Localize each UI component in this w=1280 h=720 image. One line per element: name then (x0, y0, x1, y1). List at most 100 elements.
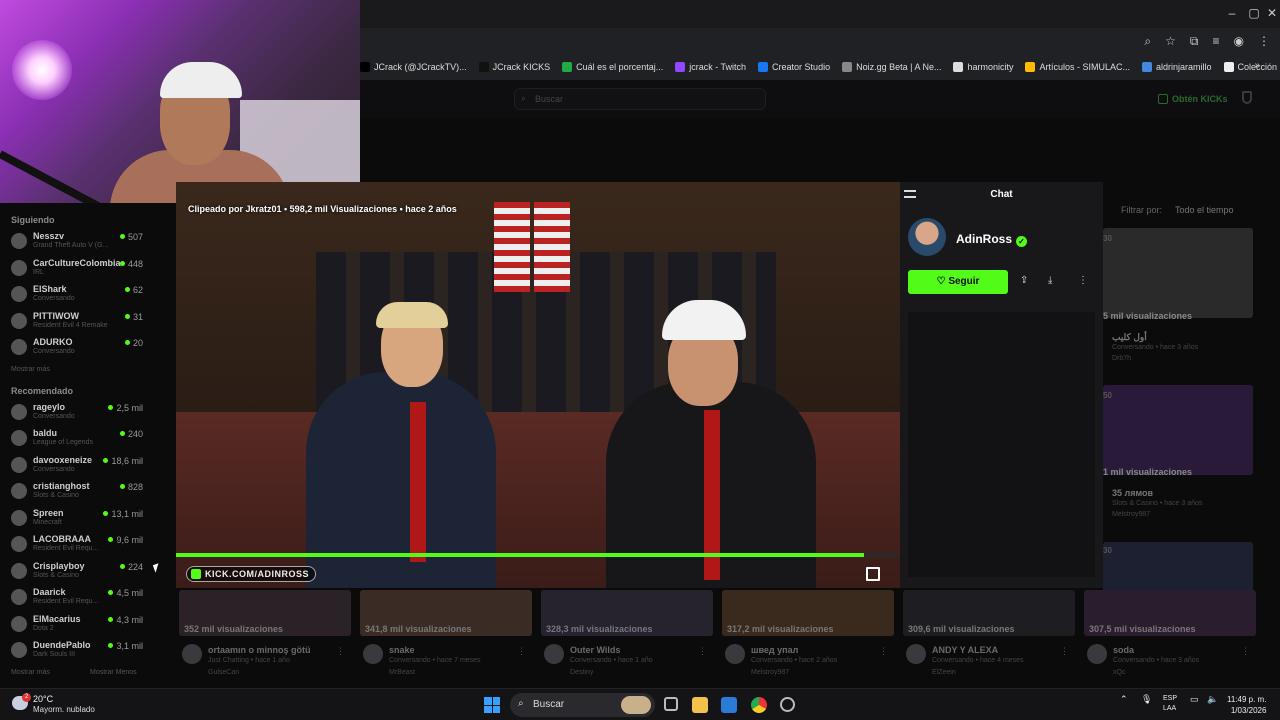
shield-icon[interactable] (1242, 91, 1252, 104)
bookmark-item[interactable]: Noiz.gg Beta | A Ne... (842, 62, 941, 72)
bookmark-item[interactable]: Artículos - SIMULAC... (1025, 62, 1130, 72)
clip-author-avatar[interactable] (906, 644, 926, 664)
sidebar-channel-item[interactable]: rageylo Conversando 2,5 mil (0, 400, 176, 427)
clip-options-icon[interactable]: ⋮ (336, 646, 345, 657)
file-explorer-icon[interactable] (692, 697, 708, 713)
sidebar-channel-item[interactable]: ADURKO Conversando 20 (0, 335, 176, 362)
sidebar-channel-item[interactable]: ElMacarius Dota 2 4,3 mil (0, 612, 176, 639)
media-icon[interactable]: ≡ (1213, 34, 1220, 49)
clip-author[interactable]: xQc (1113, 669, 1125, 676)
sidebar-channel-item[interactable]: DuendePablo Dark Souls III 3,1 mil (0, 638, 176, 665)
bookmark-item[interactable]: JCrack (@JCrackTV)... (360, 62, 467, 72)
mail-icon[interactable] (721, 697, 737, 713)
bookmarks-overflow-icon[interactable]: » (1254, 60, 1260, 71)
clip-author-avatar[interactable] (363, 644, 383, 664)
share-icon[interactable]: ⇪ (1020, 275, 1028, 286)
language-code[interactable]: ESP (1163, 695, 1177, 702)
clip-author[interactable]: Melstroy987 (1112, 511, 1150, 518)
sidebar-channel-item[interactable]: Daarick Resident Evil Requ... 4,5 mil (0, 585, 176, 612)
region-code[interactable]: LAA (1163, 705, 1176, 712)
get-kicks-button[interactable]: Obtén KICKs (1158, 90, 1228, 108)
sidebar-channel-item[interactable]: ElShark Conversando 62 (0, 282, 176, 309)
follow-button[interactable]: ♡ Seguir (908, 270, 1008, 294)
app-icon[interactable] (780, 697, 795, 712)
clip-title[interactable]: Outer Wilds (570, 645, 620, 655)
network-icon[interactable]: ▭ (1190, 694, 1199, 705)
show-more-recommended[interactable]: Mostrar más (11, 669, 50, 676)
volume-icon[interactable]: 🔈 (1207, 694, 1218, 705)
clip-thumbnail[interactable] (1103, 228, 1253, 318)
clip-author[interactable]: ElZeein (932, 669, 956, 676)
channel-name[interactable]: AdinRoss ✓ (956, 232, 1028, 247)
more-options-icon[interactable]: ⋮ (1078, 275, 1088, 286)
maximize-button[interactable]: ▢ (1244, 6, 1264, 20)
clip-author-avatar[interactable] (1087, 644, 1107, 664)
sidebar-channel-item[interactable]: Crisplayboy Slots & Casino 224 (0, 559, 176, 586)
sidebar-channel-item[interactable]: Spreen Minecraft 13,1 mil (0, 506, 176, 533)
weather-condition[interactable]: Mayorm. nublado (33, 705, 95, 714)
bookmark-item[interactable]: JCrack KICKS (478, 62, 550, 72)
clip-title[interactable]: 35 лямов (1112, 488, 1153, 498)
temperature[interactable]: 20°C (33, 694, 53, 704)
microphone-icon[interactable]: 🎙 (1141, 694, 1152, 705)
sidebar-channel-item[interactable]: Nesszv Grand Theft Auto V (G... 507 (0, 229, 176, 256)
show-less-link[interactable]: Mostrar Menos (90, 669, 137, 676)
clip-title[interactable]: أول كليب (1112, 332, 1147, 343)
clip-title[interactable]: швед упал (751, 645, 798, 655)
close-icon[interactable]: ✕ (1262, 6, 1280, 20)
sidebar-channel-item[interactable]: PITTIWOW Resident Evil 4 Remake 31 (0, 309, 176, 336)
clip-author[interactable]: Destiny (570, 669, 593, 676)
clip-author[interactable]: Melstroy987 (751, 669, 789, 676)
clip-author-avatar[interactable] (725, 644, 745, 664)
clip-author-avatar[interactable] (544, 644, 564, 664)
sidebar-channel-item[interactable]: baldu League of Legends 240 (0, 426, 176, 453)
sidebar-channel-item[interactable]: cristianghost Slots & Casino 828 (0, 479, 176, 506)
chrome-icon[interactable] (751, 697, 767, 713)
bookmark-item[interactable]: aldrinjaramillo (1142, 62, 1212, 72)
tab-strip[interactable] (360, 0, 1280, 28)
bookmark-item[interactable]: harmonicity (953, 62, 1013, 72)
clip-title[interactable]: ortaamın o minnoş götü (208, 645, 311, 655)
filter-dropdown[interactable]: Todo el tiempo (1175, 205, 1234, 215)
system-clock[interactable]: 11:49 p. m. 1/03/2026 (1227, 694, 1266, 716)
fullscreen-icon[interactable] (866, 567, 880, 581)
bookmark-item[interactable]: Colección de M_blei... (1223, 62, 1280, 72)
profile-icon[interactable]: ◉ (1234, 34, 1244, 49)
clip-title[interactable]: ANDY Y ALEXA (932, 645, 998, 655)
download-icon[interactable]: ⤓ (1048, 275, 1052, 286)
taskbar-search[interactable]: ⌕ Buscar (510, 693, 655, 717)
clip-options-icon[interactable]: ⋮ (1060, 646, 1069, 657)
menu-icon[interactable]: ⋮ (1258, 34, 1270, 49)
clip-author[interactable]: MrBeast (389, 669, 415, 676)
show-more-link[interactable]: Mostrar más (0, 362, 176, 386)
clip-author[interactable]: Drb7h (1112, 355, 1131, 362)
address-bar[interactable]: ⌕ ☆ ⧉ ≡ ◉ ⋮ (360, 30, 1280, 54)
progress-bar[interactable] (176, 553, 900, 557)
star-icon[interactable]: ☆ (1165, 34, 1176, 49)
collapse-chat-icon[interactable] (904, 190, 916, 198)
clip-options-icon[interactable]: ⋮ (698, 646, 707, 657)
start-icon[interactable] (484, 697, 500, 713)
clip-author[interactable]: GulseCan (208, 669, 239, 676)
channel-avatar[interactable] (908, 218, 946, 256)
clip-options-icon[interactable]: ⋮ (879, 646, 888, 657)
task-view-icon[interactable] (664, 697, 678, 711)
bookmark-item[interactable]: jcrack - Twitch (675, 62, 746, 72)
zoom-icon[interactable]: ⌕ (1144, 34, 1151, 49)
extensions-icon[interactable]: ⧉ (1190, 34, 1199, 49)
bookmark-item[interactable]: Creator Studio (758, 62, 830, 72)
video-player[interactable] (176, 182, 900, 588)
clip-options-icon[interactable]: ⋮ (517, 646, 526, 657)
clip-thumbnail[interactable] (1103, 385, 1253, 475)
sidebar-channel-item[interactable]: LACOBRAAA Resident Evil Requ... 9,6 mil (0, 532, 176, 559)
clip-title[interactable]: snake (389, 645, 415, 655)
search-input[interactable]: ⌕ Buscar (514, 88, 766, 110)
bookmark-item[interactable]: Cuál es el porcentaj... (562, 62, 663, 72)
clip-options-icon[interactable]: ⋮ (1241, 646, 1250, 657)
tray-expand-icon[interactable]: ⌃ (1120, 694, 1128, 705)
clip-author-avatar[interactable] (182, 644, 202, 664)
clip-title[interactable]: soda (1113, 645, 1134, 655)
sidebar-channel-item[interactable]: davooxeneize Conversando 18,6 mil (0, 453, 176, 480)
sidebar-channel-item[interactable]: CarCultureColombia IRL 448 (0, 256, 176, 283)
minimize-button[interactable]: – (1222, 6, 1242, 20)
